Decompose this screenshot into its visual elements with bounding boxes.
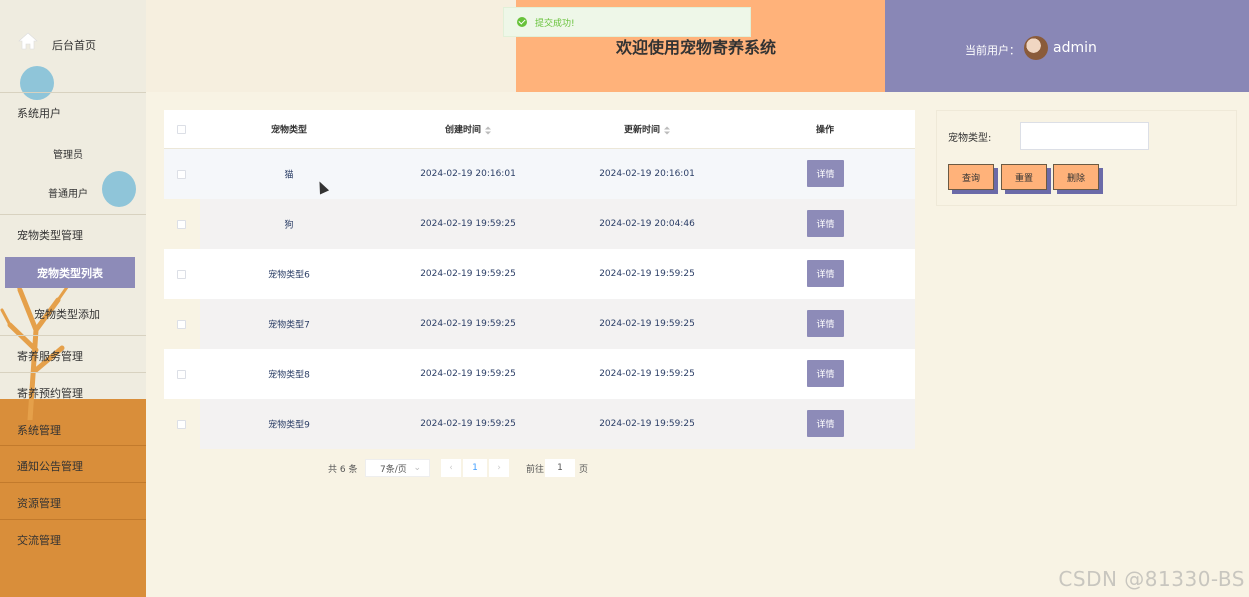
goto-page-input[interactable]: 1 xyxy=(545,459,575,477)
cell-created: 2024-02-19 20:16:01 xyxy=(420,169,516,179)
cell-pet-type: 狗 xyxy=(284,220,294,231)
detail-button[interactable]: 详情 xyxy=(807,210,844,237)
cell-pet-type: 宠物类型6 xyxy=(268,270,310,281)
pagination-total: 共 6 条 xyxy=(328,464,358,475)
divider xyxy=(0,335,146,336)
sidebar-item-label: 后台首页 xyxy=(52,39,96,52)
sidebar-item-label: 交流管理 xyxy=(17,534,61,547)
chevron-right-icon: › xyxy=(497,463,501,473)
row-checkbox[interactable] xyxy=(177,170,186,179)
reset-button[interactable]: 重置 xyxy=(1001,164,1047,190)
query-button[interactable]: 查询 xyxy=(948,164,994,190)
cell-pet-type: 宠物类型9 xyxy=(268,420,310,431)
table-header-row: 宠物类型 创建时间 更新时间 操作 xyxy=(164,110,915,149)
divider xyxy=(0,92,146,93)
search-panel: 宠物类型: 查询 重置 删除 xyxy=(936,110,1237,206)
row-checkbox[interactable] xyxy=(177,220,186,229)
success-toast: 提交成功! xyxy=(503,7,751,37)
page-number-current[interactable]: 1 xyxy=(463,459,487,477)
header-left xyxy=(146,0,516,92)
detail-button[interactable]: 详情 xyxy=(807,410,844,437)
check-circle-icon xyxy=(517,17,527,27)
column-header-label: 创建时间 xyxy=(444,125,482,136)
page-size-value: 7条/页 xyxy=(380,464,407,475)
table-row[interactable]: 宠物类型6 2024-02-19 19:59:25 2024-02-19 19:… xyxy=(164,249,915,299)
divider xyxy=(0,214,146,215)
toast-message: 提交成功! xyxy=(535,18,575,29)
row-checkbox[interactable] xyxy=(177,270,186,279)
sidebar-item-label: 通知公告管理 xyxy=(17,460,83,473)
cell-created: 2024-02-19 19:59:25 xyxy=(420,319,516,329)
goto-unit-label: 页 xyxy=(579,464,589,475)
cell-created: 2024-02-19 19:59:25 xyxy=(420,369,516,379)
cell-updated: 2024-02-19 19:59:25 xyxy=(599,419,695,429)
avatar[interactable] xyxy=(1024,36,1048,60)
cell-pet-type: 宠物类型7 xyxy=(268,320,310,331)
sidebar-item-pet-type-add[interactable]: 宠物类型添加 xyxy=(34,306,100,322)
page-size-select[interactable]: 7条/页 ⌄ xyxy=(365,459,430,477)
divider xyxy=(0,519,146,520)
sidebar-item-label: 宠物类型管理 xyxy=(17,229,83,242)
column-header-created[interactable]: 创建时间 xyxy=(444,123,492,136)
row-checkbox[interactable] xyxy=(177,370,186,379)
sort-icon[interactable] xyxy=(485,126,492,134)
column-header-updated[interactable]: 更新时间 xyxy=(623,123,671,136)
detail-button[interactable]: 详情 xyxy=(807,260,844,287)
cell-updated: 2024-02-19 20:04:46 xyxy=(599,219,695,229)
divider xyxy=(0,482,146,483)
pet-type-table: 宠物类型 创建时间 更新时间 操作 猫 2024-02-19 20:16:01 … xyxy=(164,110,915,449)
detail-button[interactable]: 详情 xyxy=(807,160,844,187)
sidebar-item-label: 寄养服务管理 xyxy=(17,350,83,363)
next-page-button[interactable]: › xyxy=(489,459,509,477)
current-username[interactable]: admin xyxy=(1053,40,1097,56)
prev-page-button[interactable]: ‹ xyxy=(441,459,461,477)
column-header-pet-type: 宠物类型 xyxy=(270,125,308,136)
cell-updated: 2024-02-19 19:59:25 xyxy=(599,269,695,279)
watermark: CSDN @81330-BS xyxy=(1058,567,1245,591)
sort-icon[interactable] xyxy=(664,126,671,134)
table-row[interactable]: 狗 2024-02-19 19:59:25 2024-02-19 20:04:4… xyxy=(164,199,915,249)
page-title: 欢迎使用宠物寄养系统 xyxy=(616,38,777,57)
cloud-decoration xyxy=(102,171,136,207)
goto-label: 前往 xyxy=(526,464,545,475)
cell-pet-type: 猫 xyxy=(284,170,294,181)
table-row[interactable]: 猫 2024-02-19 20:16:01 2024-02-19 20:16:0… xyxy=(164,149,915,199)
row-checkbox[interactable] xyxy=(177,420,186,429)
sidebar-item-normal-user[interactable]: 普通用户 xyxy=(48,185,88,200)
sidebar-item-admin[interactable]: 管理员 xyxy=(53,146,83,161)
cell-created: 2024-02-19 19:59:25 xyxy=(420,269,516,279)
select-all-checkbox[interactable] xyxy=(177,125,186,134)
home-icon xyxy=(18,32,38,50)
sidebar: 后台首页 系统用户 管理员 普通用户 宠物类型管理 宠物类型列表 宠物类型添加 … xyxy=(0,0,146,597)
sidebar-item-home[interactable]: 后台首页 xyxy=(0,24,146,62)
table-row[interactable]: 宠物类型7 2024-02-19 19:59:25 2024-02-19 19:… xyxy=(164,299,915,349)
sidebar-item-label: 系统管理 xyxy=(17,424,61,437)
chevron-left-icon: ‹ xyxy=(449,463,453,473)
cell-created: 2024-02-19 19:59:25 xyxy=(420,419,516,429)
pet-type-search-input[interactable] xyxy=(1020,122,1149,150)
divider xyxy=(0,445,146,446)
delete-button[interactable]: 删除 xyxy=(1053,164,1099,190)
detail-button[interactable]: 详情 xyxy=(807,360,844,387)
divider xyxy=(0,372,146,373)
row-checkbox[interactable] xyxy=(177,320,186,329)
sidebar-item-pet-type-list[interactable]: 宠物类型列表 xyxy=(5,257,135,288)
sidebar-item-label: 资源管理 xyxy=(17,497,61,510)
sidebar-item-label: 寄养预约管理 xyxy=(17,387,83,400)
cell-updated: 2024-02-19 20:16:01 xyxy=(599,169,695,179)
cell-created: 2024-02-19 19:59:25 xyxy=(420,219,516,229)
column-header-action: 操作 xyxy=(815,125,835,136)
table-row[interactable]: 宠物类型8 2024-02-19 19:59:25 2024-02-19 19:… xyxy=(164,349,915,399)
detail-button[interactable]: 详情 xyxy=(807,310,844,337)
pet-type-search-label: 宠物类型: xyxy=(948,133,992,144)
cell-updated: 2024-02-19 19:59:25 xyxy=(599,369,695,379)
chevron-down-icon: ⌄ xyxy=(413,463,421,473)
cloud-decoration xyxy=(20,66,54,100)
column-header-label: 更新时间 xyxy=(623,125,661,136)
sidebar-item-label: 系统用户 xyxy=(17,107,61,120)
table-row[interactable]: 宠物类型9 2024-02-19 19:59:25 2024-02-19 19:… xyxy=(164,399,915,449)
current-user-label: 当前用户： xyxy=(965,44,1020,57)
cell-pet-type: 宠物类型8 xyxy=(268,370,310,381)
cell-updated: 2024-02-19 19:59:25 xyxy=(599,319,695,329)
